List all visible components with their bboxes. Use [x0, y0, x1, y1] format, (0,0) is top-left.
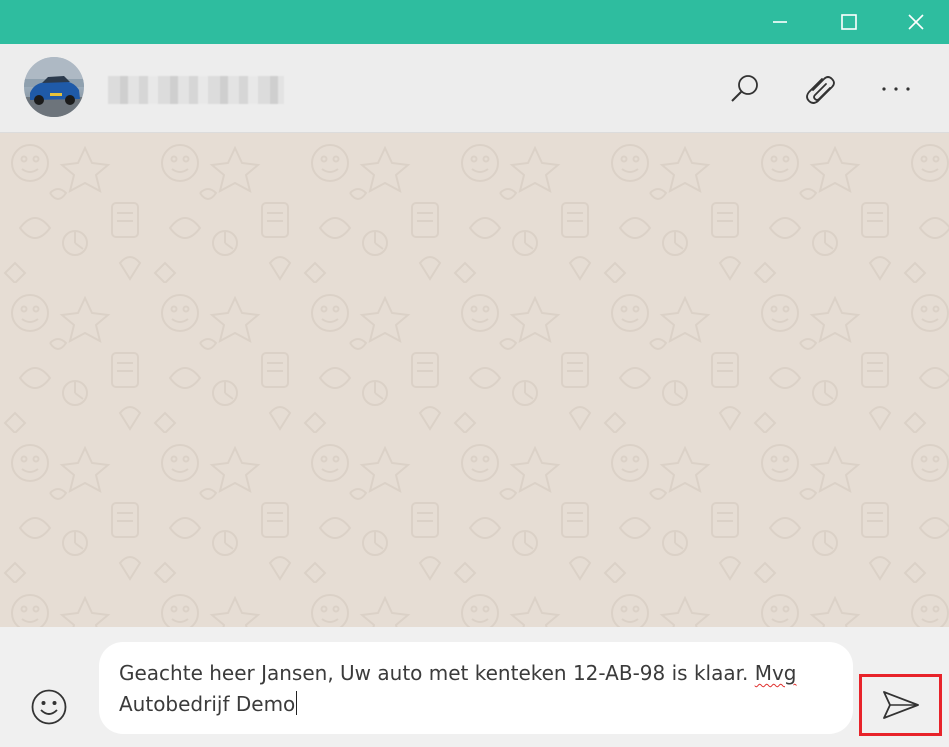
chat-wallpaper-pattern	[0, 133, 949, 627]
text-cursor	[296, 691, 298, 715]
title-bar	[0, 0, 949, 44]
maximize-icon	[841, 14, 857, 30]
contact-avatar[interactable]	[24, 57, 84, 117]
attach-button[interactable]	[800, 69, 840, 109]
send-button[interactable]	[859, 674, 942, 736]
more-options-button[interactable]	[876, 69, 916, 109]
emoji-button[interactable]	[28, 686, 70, 728]
app-window: Geachte heer Jansen, Uw auto met kenteke…	[0, 0, 949, 747]
chat-area	[0, 133, 949, 627]
more-options-icon	[882, 87, 910, 91]
close-button[interactable]	[883, 0, 949, 44]
misspelled-word: Mvg	[754, 661, 797, 685]
message-text-line2: Autobedrijf Demo	[119, 692, 296, 716]
message-text-line1: Geachte heer Jansen, Uw auto met kenteke…	[119, 661, 755, 685]
maximize-button[interactable]	[816, 0, 882, 44]
send-icon	[882, 691, 919, 719]
search-icon	[731, 75, 758, 102]
avatar-car-image	[24, 57, 84, 117]
contact-name-blurred	[108, 76, 284, 104]
search-button[interactable]	[725, 69, 765, 109]
minimize-icon	[773, 21, 787, 23]
minimize-button[interactable]	[747, 0, 813, 44]
message-input[interactable]: Geachte heer Jansen, Uw auto met kenteke…	[99, 642, 853, 734]
close-icon	[908, 14, 924, 30]
emoji-icon	[31, 689, 67, 725]
paperclip-icon	[806, 76, 835, 104]
message-footer: Geachte heer Jansen, Uw auto met kenteke…	[0, 627, 949, 747]
conversation-header	[0, 44, 949, 133]
